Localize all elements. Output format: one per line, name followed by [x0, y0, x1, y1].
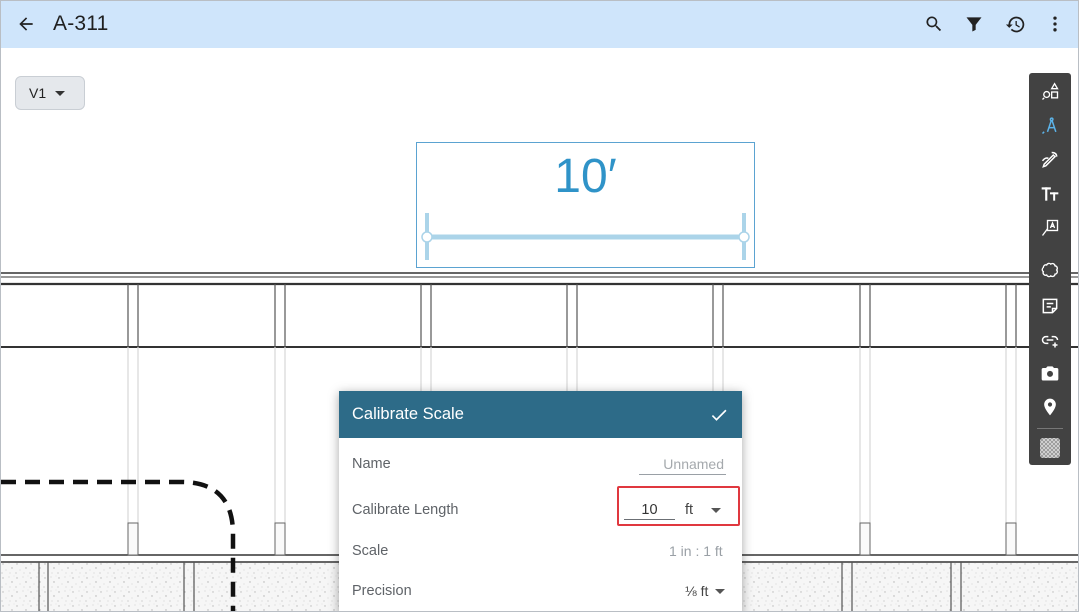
- fill-pattern-icon: [1040, 438, 1060, 458]
- scale-label: Scale: [352, 543, 389, 559]
- callout-tool[interactable]: [1034, 213, 1066, 243]
- link-tool[interactable]: [1034, 325, 1066, 355]
- arrow-left-icon: [19, 17, 33, 31]
- app-header: A-311: [1, 1, 1078, 48]
- filter-button[interactable]: [961, 11, 987, 37]
- callout-icon: [1041, 219, 1059, 236]
- measurement-annotation[interactable]: 10′: [416, 142, 755, 268]
- measure-icon: [1041, 117, 1057, 135]
- measurement-label: 10′: [554, 150, 617, 203]
- link-icon: [1041, 335, 1059, 348]
- unit-dropdown[interactable]: ft: [685, 500, 731, 520]
- cloud-icon: [1041, 262, 1058, 278]
- history-icon: [1005, 16, 1024, 32]
- back-button[interactable]: [13, 11, 39, 37]
- version-selector[interactable]: V1: [15, 76, 85, 110]
- more-vert-icon: [1053, 16, 1057, 32]
- dialog-title: Calibrate Scale: [352, 405, 464, 423]
- precision-label: Precision: [352, 583, 412, 599]
- precision-dropdown[interactable]: ⅛ ft: [685, 582, 731, 600]
- search-button[interactable]: [921, 11, 947, 37]
- confirm-button[interactable]: [706, 402, 732, 428]
- history-button[interactable]: [1002, 11, 1028, 37]
- markup-toolbar: [1029, 73, 1071, 465]
- column-posts: [127, 284, 1017, 347]
- text-tool[interactable]: [1034, 179, 1066, 209]
- page-title: A-311: [53, 12, 109, 35]
- pin-icon: [1044, 398, 1056, 416]
- check-icon: [711, 409, 727, 421]
- caret-down-icon: [55, 90, 66, 96]
- precision-value: ⅛ ft: [685, 583, 709, 599]
- text-icon: [1041, 187, 1059, 201]
- note-tool[interactable]: [1034, 291, 1066, 321]
- name-label: Name: [352, 456, 391, 472]
- note-icon: [1042, 298, 1058, 314]
- version-label: V1: [29, 85, 47, 101]
- shapes-icon: [1042, 82, 1059, 100]
- caret-down-icon: [711, 507, 722, 513]
- caret-down-icon: [715, 588, 726, 594]
- calibrate-length-label: Calibrate Length: [352, 502, 459, 518]
- app-window: 10′ A-311 V1 Calibrate Scale Name Calibr…: [0, 0, 1079, 612]
- fill-pattern-tool[interactable]: [1034, 433, 1066, 463]
- camera-icon: [1041, 366, 1059, 381]
- more-options-button[interactable]: [1042, 11, 1068, 37]
- unit-value: ft: [685, 502, 694, 518]
- filter-icon: [966, 17, 982, 32]
- measure-tool[interactable]: [1034, 111, 1066, 141]
- shapes-tool[interactable]: [1034, 77, 1066, 107]
- scale-value: 1 in : 1 ft: [669, 543, 723, 559]
- dialog-header: Calibrate Scale: [339, 391, 742, 438]
- pin-tool[interactable]: [1034, 392, 1066, 422]
- search-icon: [926, 16, 942, 32]
- pen-icon: [1041, 151, 1058, 168]
- pen-tool[interactable]: [1034, 145, 1066, 175]
- calibrate-length-input[interactable]: [624, 500, 675, 520]
- camera-tool[interactable]: [1034, 358, 1066, 388]
- cloud-tool[interactable]: [1034, 255, 1066, 285]
- toolbar-divider: [1037, 428, 1063, 429]
- name-input[interactable]: [639, 453, 726, 475]
